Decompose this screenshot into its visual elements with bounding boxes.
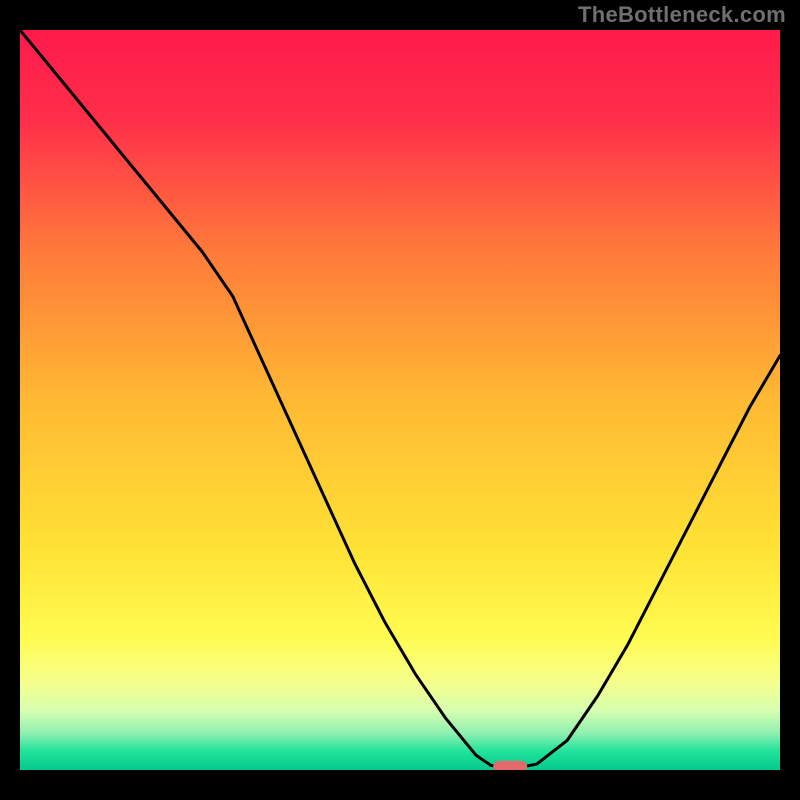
chart-container: TheBottleneck.com (0, 0, 800, 800)
plot-area (20, 30, 780, 770)
chart-svg (20, 30, 780, 770)
gradient-background (20, 30, 780, 770)
watermark-text: TheBottleneck.com (578, 2, 786, 28)
optimal-marker (493, 761, 527, 770)
